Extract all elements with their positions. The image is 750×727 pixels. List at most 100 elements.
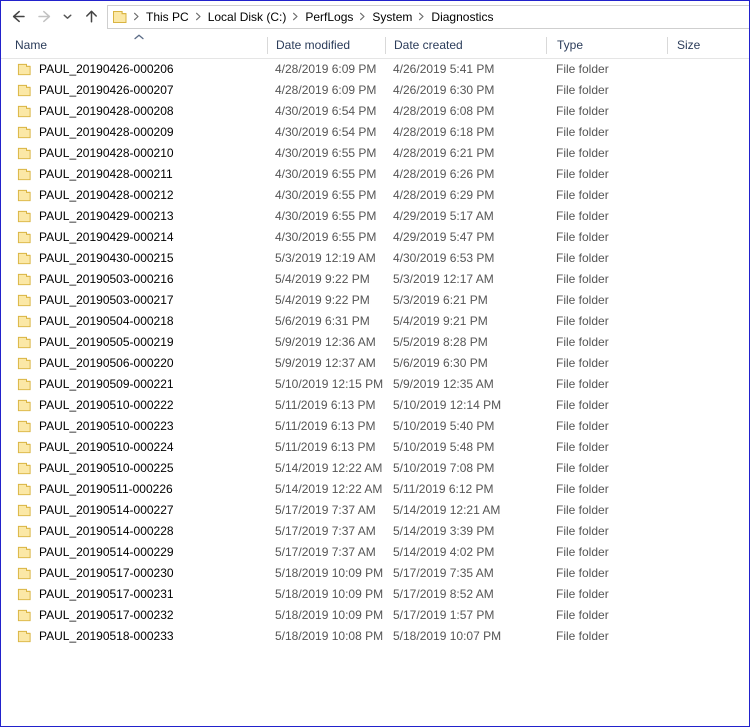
table-row[interactable]: PAUL_20190517-000232 5/18/2019 10:09 PM 5/… [1,605,749,626]
table-row[interactable]: PAUL_20190511-000226 5/14/2019 12:22 AM 5/… [1,479,749,500]
cell-date-modified: 4/30/2019 6:55 PM [275,209,377,223]
cell-date-created: 5/6/2019 6:30 PM [393,356,488,370]
breadcrumb-item-diagnostics[interactable]: Diagnostics [428,6,496,28]
cell-file-type: File folder [556,419,609,433]
column-header-date-created[interactable]: Date created [394,32,463,58]
column-divider[interactable] [385,37,386,54]
cell-date-modified: 5/9/2019 12:37 AM [275,356,376,370]
cell-file-type: File folder [556,335,609,349]
cell-file-type: File folder [556,524,609,538]
column-header-size[interactable]: Size [677,32,700,58]
cell-file-type: File folder [556,146,609,160]
cell-date-created: 4/28/2019 6:29 PM [393,188,495,202]
table-row[interactable]: PAUL_20190510-000225 5/14/2019 12:22 AM 5/… [1,458,749,479]
table-row[interactable]: PAUL_20190503-000217 5/4/2019 9:22 PM 5/3/… [1,290,749,311]
forward-button [31,4,57,30]
cell-file-type: File folder [556,356,609,370]
cell-file-type: File folder [556,482,609,496]
cell-date-created: 5/10/2019 5:40 PM [393,419,495,433]
table-row[interactable]: PAUL_20190429-000213 4/30/2019 6:55 PM 4/2… [1,206,749,227]
file-explorer-window: This PC Local Disk (C:) PerfLogs System … [0,0,750,727]
table-row[interactable]: PAUL_20190517-000230 5/18/2019 10:09 PM 5/… [1,563,749,584]
cell-date-modified: 5/4/2019 9:22 PM [275,272,370,286]
table-row[interactable]: PAUL_20190505-000219 5/9/2019 12:36 AM 5/5… [1,332,749,353]
back-button[interactable] [5,4,31,30]
cell-file-type: File folder [556,272,609,286]
cell-file-name: PAUL_20190429-000214 [39,230,174,244]
cell-date-created: 4/26/2019 6:30 PM [393,83,495,97]
cell-file-name: PAUL_20190517-000231 [39,587,174,601]
column-header-name[interactable]: Name [15,32,47,58]
table-row[interactable]: PAUL_20190429-000214 4/30/2019 6:55 PM 4/2… [1,227,749,248]
recent-locations-button[interactable] [57,4,77,30]
cell-file-name: PAUL_20190426-000206 [39,62,174,76]
table-row[interactable]: PAUL_20190428-000208 4/30/2019 6:54 PM 4/2… [1,101,749,122]
cell-file-name: PAUL_20190510-000225 [39,461,174,475]
table-row[interactable]: PAUL_20190514-000227 5/17/2019 7:37 AM 5/1… [1,500,749,521]
address-bar[interactable]: This PC Local Disk (C:) PerfLogs System … [107,4,749,29]
table-row[interactable]: PAUL_20190426-000207 4/28/2019 6:09 PM 4/2… [1,80,749,101]
breadcrumb-separator [192,12,205,21]
breadcrumb-item-perflogs[interactable]: PerfLogs [302,6,356,28]
cell-file-type: File folder [556,377,609,391]
table-row[interactable]: PAUL_20190510-000222 5/11/2019 6:13 PM 5/1… [1,395,749,416]
cell-file-name: PAUL_20190514-000227 [39,503,174,517]
cell-file-type: File folder [556,461,609,475]
table-row[interactable]: PAUL_20190504-000218 5/6/2019 6:31 PM 5/4/… [1,311,749,332]
cell-date-modified: 5/6/2019 6:31 PM [275,314,370,328]
cell-date-modified: 5/9/2019 12:36 AM [275,335,376,349]
folder-icon [17,125,32,140]
cell-file-name: PAUL_20190503-000216 [39,272,174,286]
folder-icon [17,209,32,224]
cell-date-modified: 5/18/2019 10:08 PM [275,629,384,643]
cell-date-modified: 5/14/2019 12:22 AM [275,482,383,496]
cell-date-created: 5/10/2019 5:48 PM [393,440,495,454]
cell-file-type: File folder [556,209,609,223]
cell-date-modified: 4/30/2019 6:54 PM [275,104,377,118]
cell-date-created: 5/17/2019 8:52 AM [393,587,494,601]
file-list[interactable]: PAUL_20190426-000206 4/28/2019 6:09 PM 4/2… [1,59,749,647]
table-row[interactable]: PAUL_20190430-000215 5/3/2019 12:19 AM 4/3… [1,248,749,269]
table-row[interactable]: PAUL_20190426-000206 4/28/2019 6:09 PM 4/2… [1,59,749,80]
column-divider[interactable] [667,37,668,54]
table-row[interactable]: PAUL_20190428-000210 4/30/2019 6:55 PM 4/2… [1,143,749,164]
table-row[interactable]: PAUL_20190514-000229 5/17/2019 7:37 AM 5/1… [1,542,749,563]
cell-date-modified: 5/4/2019 9:22 PM [275,293,370,307]
cell-file-type: File folder [556,503,609,517]
table-row[interactable]: PAUL_20190518-000233 5/18/2019 10:08 PM 5/… [1,626,749,647]
cell-date-created: 4/26/2019 5:41 PM [393,62,495,76]
column-header-type[interactable]: Type [557,32,583,58]
cell-date-created: 5/4/2019 9:21 PM [393,314,488,328]
table-row[interactable]: PAUL_20190514-000228 5/17/2019 7:37 AM 5/1… [1,521,749,542]
table-row[interactable]: PAUL_20190506-000220 5/9/2019 12:37 AM 5/6… [1,353,749,374]
cell-date-modified: 4/28/2019 6:09 PM [275,62,377,76]
arrow-up-icon [83,8,100,25]
folder-icon [17,545,32,560]
column-divider[interactable] [546,37,547,54]
cell-file-name: PAUL_20190426-000207 [39,83,174,97]
cell-date-modified: 5/18/2019 10:09 PM [275,566,384,580]
table-row[interactable]: PAUL_20190428-000211 4/30/2019 6:55 PM 4/2… [1,164,749,185]
column-divider[interactable] [267,37,268,54]
breadcrumb-item-local-disk[interactable]: Local Disk (C:) [205,6,290,28]
cell-file-type: File folder [556,440,609,454]
cell-file-name: PAUL_20190518-000233 [39,629,174,643]
table-row[interactable]: PAUL_20190503-000216 5/4/2019 9:22 PM 5/3/… [1,269,749,290]
breadcrumb-item-system[interactable]: System [369,6,415,28]
cell-file-type: File folder [556,566,609,580]
folder-icon [17,188,32,203]
table-row[interactable]: PAUL_20190428-000209 4/30/2019 6:54 PM 4/2… [1,122,749,143]
up-button[interactable] [79,4,103,30]
table-row[interactable]: PAUL_20190510-000224 5/11/2019 6:13 PM 5/1… [1,437,749,458]
folder-icon [17,356,32,371]
folder-icon [17,335,32,350]
cell-date-modified: 5/17/2019 7:37 AM [275,503,376,517]
breadcrumb-item-this-pc[interactable]: This PC [143,6,192,28]
table-row[interactable]: PAUL_20190510-000223 5/11/2019 6:13 PM 5/1… [1,416,749,437]
column-header-row: Name Date modified Date created Type Siz… [1,32,749,59]
table-row[interactable]: PAUL_20190509-000221 5/10/2019 12:15 PM 5/… [1,374,749,395]
table-row[interactable]: PAUL_20190517-000231 5/18/2019 10:09 PM 5/… [1,584,749,605]
column-header-date-modified[interactable]: Date modified [276,32,350,58]
table-row[interactable]: PAUL_20190428-000212 4/30/2019 6:55 PM 4/2… [1,185,749,206]
folder-icon [17,377,32,392]
